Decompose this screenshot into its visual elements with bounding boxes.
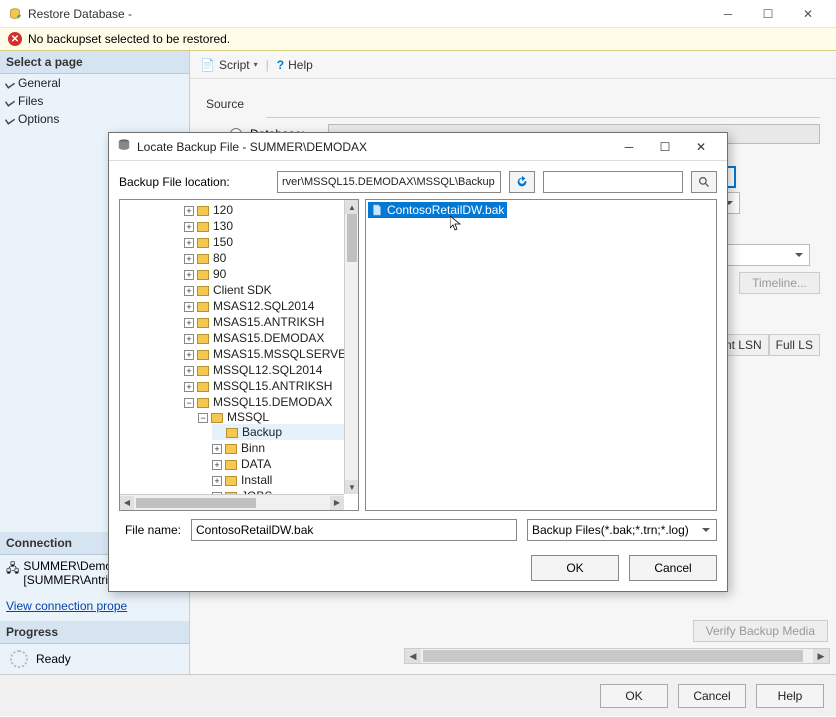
close-button[interactable]: ✕ (788, 2, 828, 26)
tree-hscroll[interactable]: ◀ ▶ (120, 494, 344, 510)
tree-item[interactable]: +MSAS15.MSSQLSERVER (184, 346, 358, 362)
progress-status: Ready (36, 652, 71, 666)
locate-backup-dialog: Locate Backup File - SUMMER\DEMODAX ─ ☐ … (108, 132, 728, 592)
tree-vscroll[interactable]: ▲ ▼ (344, 200, 358, 494)
filetype-combo[interactable]: Backup Files(*.bak;*.trn;*.log) (527, 519, 717, 541)
content-hscroll[interactable]: ◀ ▶ (404, 648, 830, 664)
filename-label: File name: (119, 523, 181, 537)
page-options[interactable]: Options (0, 110, 189, 128)
tree-item[interactable]: +120 (184, 202, 358, 218)
toolbar: 📄 Script ▾ | ? Help (190, 51, 836, 79)
progress-header: Progress (0, 621, 189, 644)
filename-input[interactable]: ContosoRetailDW.bak (191, 519, 517, 541)
page-general[interactable]: General (0, 74, 189, 92)
folder-tree[interactable]: +120+130+150+80+90+Client SDK+MSAS12.SQL… (119, 199, 359, 511)
col-full-lsn[interactable]: Full LS (769, 334, 820, 356)
modal-minimize-button[interactable]: ─ (611, 136, 647, 158)
modal-maximize-button[interactable]: ☐ (647, 136, 683, 158)
tree-item-expanded[interactable]: −MSSQLBackup+Binn+DATA+Install+JOBS (198, 409, 358, 505)
search-icon (698, 176, 711, 189)
main-ok-button[interactable]: OK (600, 684, 668, 708)
tree-item[interactable]: +MSSQL12.SQL2014 (184, 362, 358, 378)
error-bar: ✕ No backupset selected to be restored. (0, 28, 836, 51)
tree-item[interactable]: +DATA (212, 456, 358, 472)
tree-item[interactable]: +Install (212, 472, 358, 488)
modal-close-button[interactable]: ✕ (683, 136, 719, 158)
script-button[interactable]: 📄 Script ▾ (200, 58, 258, 72)
modal-ok-button[interactable]: OK (531, 555, 619, 581)
file-item-selected[interactable]: ContosoRetailDW.bak (368, 202, 507, 218)
progress-icon (10, 650, 28, 668)
maximize-button[interactable]: ☐ (748, 2, 788, 26)
help-button[interactable]: ? Help (277, 58, 313, 72)
bottom-bar: OK Cancel Help (0, 674, 836, 716)
page-files[interactable]: Files (0, 92, 189, 110)
connection-user: [SUMMER\Antriks (23, 573, 120, 587)
tree-item[interactable]: +90 (184, 266, 358, 282)
drive-icon (117, 138, 131, 155)
tree-item[interactable]: +130 (184, 218, 358, 234)
modal-title: Locate Backup File - SUMMER\DEMODAX (137, 140, 611, 154)
location-input[interactable]: rver\MSSQL15.DEMODAX\MSSQL\Backup (277, 171, 501, 193)
server-icon: 🖧 (6, 559, 19, 587)
main-help-button[interactable]: Help (756, 684, 824, 708)
minimize-button[interactable]: ─ (708, 2, 748, 26)
restore-db-icon (8, 7, 22, 21)
error-message: No backupset selected to be restored. (28, 32, 230, 46)
main-titlebar: Restore Database - ─ ☐ ✕ (0, 0, 836, 28)
tree-item[interactable]: +Client SDK (184, 282, 358, 298)
search-button[interactable] (691, 171, 717, 193)
error-icon: ✕ (8, 32, 22, 46)
connection-server: SUMMER\DemoD (23, 559, 120, 573)
tree-item[interactable]: +MSAS12.SQL2014 (184, 298, 358, 314)
select-page-header: Select a page (0, 51, 189, 74)
file-list[interactable]: ContosoRetailDW.bak (365, 199, 717, 511)
help-icon: ? (277, 58, 284, 72)
main-cancel-button[interactable]: Cancel (678, 684, 746, 708)
tree-item[interactable]: +80 (184, 250, 358, 266)
view-connection-link[interactable]: View connection prope (6, 599, 127, 613)
refresh-button[interactable] (509, 171, 535, 193)
tree-item[interactable]: +MSSQL15.ANTRIKSH (184, 378, 358, 394)
search-input[interactable] (543, 171, 683, 193)
verify-media-button: Verify Backup Media (693, 620, 828, 642)
script-icon: 📄 (200, 58, 215, 72)
source-label: Source (206, 97, 820, 111)
tree-item[interactable]: +MSAS15.ANTRIKSH (184, 314, 358, 330)
tree-item[interactable]: +MSAS15.DEMODAX (184, 330, 358, 346)
window-title: Restore Database - (28, 7, 708, 21)
tree-item[interactable]: Backup (212, 424, 358, 440)
tree-item[interactable]: +Binn (212, 440, 358, 456)
modal-cancel-button[interactable]: Cancel (629, 555, 717, 581)
file-icon (371, 204, 383, 216)
timeline-button: Timeline... (739, 272, 820, 294)
tree-item[interactable]: +150 (184, 234, 358, 250)
location-label: Backup File location: (119, 175, 269, 189)
refresh-icon (515, 175, 529, 189)
tree-item-expanded[interactable]: −MSSQL15.DEMODAX−MSSQLBackup+Binn+DATA+I… (184, 394, 358, 506)
